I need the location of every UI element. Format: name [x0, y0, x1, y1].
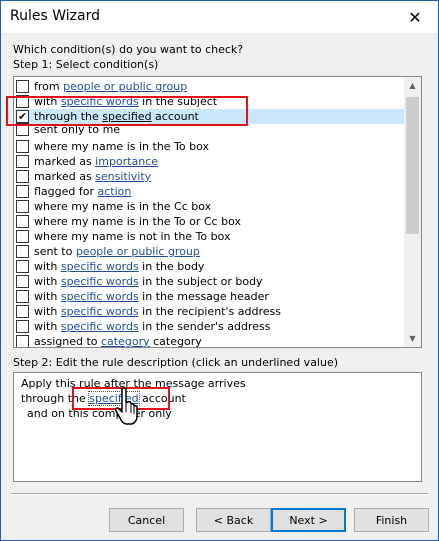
- scroll-up-icon[interactable]: ▲: [404, 77, 421, 94]
- condition-checkbox[interactable]: [16, 155, 29, 168]
- hand-pointer-icon: [115, 387, 138, 425]
- highlight-box-condition: [6, 96, 248, 126]
- condition-row[interactable]: where my name is in the To box: [15, 139, 405, 154]
- condition-text: with: [34, 290, 61, 303]
- condition-link[interactable]: specific words: [61, 290, 139, 303]
- condition-link[interactable]: specific words: [61, 275, 139, 288]
- question-label: Which condition(s) do you want to check?: [13, 43, 244, 56]
- condition-row[interactable]: with specific words in the subject or bo…: [15, 274, 405, 289]
- condition-text-suffix: in the sender's address: [138, 320, 271, 333]
- condition-row[interactable]: flagged for action: [15, 184, 405, 199]
- condition-row[interactable]: from people or public group: [15, 79, 405, 94]
- close-button[interactable]: ✕: [392, 1, 438, 33]
- condition-row[interactable]: sent to people or public group: [15, 244, 405, 259]
- condition-link[interactable]: category: [101, 335, 150, 347]
- condition-text-suffix: in the recipient's address: [138, 305, 281, 318]
- separator: [11, 493, 428, 495]
- vertical-scrollbar[interactable]: ▲ ▼: [404, 77, 421, 347]
- condition-row[interactable]: marked as importance: [15, 154, 405, 169]
- condition-text: where my name is in the Cc box: [34, 200, 212, 213]
- condition-row[interactable]: where my name is in the Cc box: [15, 199, 405, 214]
- condition-text: marked as: [34, 155, 96, 168]
- condition-text: with: [34, 320, 61, 333]
- condition-text: where my name is in the To or Cc box: [34, 215, 241, 228]
- condition-text: with: [34, 275, 61, 288]
- condition-checkbox[interactable]: [16, 335, 29, 347]
- condition-text-suffix: in the subject or body: [138, 275, 263, 288]
- title-bar: Rules Wizard ✕: [1, 1, 438, 33]
- condition-link[interactable]: specific words: [61, 305, 139, 318]
- condition-row[interactable]: with specific words in the body: [15, 259, 405, 274]
- condition-row[interactable]: assigned to category category: [15, 334, 405, 348]
- condition-text-suffix: category: [149, 335, 202, 348]
- condition-checkbox[interactable]: [16, 275, 29, 288]
- condition-row[interactable]: with specific words in the recipient's a…: [15, 304, 405, 319]
- condition-checkbox[interactable]: [16, 215, 29, 228]
- step2-label: Step 2: Edit the rule description (click…: [13, 356, 339, 369]
- condition-link[interactable]: people or public group: [76, 245, 200, 258]
- condition-row[interactable]: with specific words in the message heade…: [15, 289, 405, 304]
- condition-text: with: [34, 305, 61, 318]
- window-title: Rules Wizard: [10, 8, 100, 24]
- condition-link[interactable]: specific words: [61, 260, 139, 273]
- condition-row[interactable]: where my name is in the To or Cc box: [15, 214, 405, 229]
- condition-text: from: [34, 80, 64, 93]
- finish-button[interactable]: Finish: [354, 508, 429, 532]
- condition-checkbox[interactable]: [16, 140, 29, 153]
- scroll-thumb[interactable]: [406, 97, 419, 234]
- condition-text: flagged for: [34, 185, 98, 198]
- condition-link[interactable]: action: [98, 185, 132, 198]
- condition-link[interactable]: importance: [95, 155, 158, 168]
- condition-checkbox[interactable]: [16, 185, 29, 198]
- next-button[interactable]: Next >: [271, 508, 346, 532]
- cancel-button[interactable]: Cancel: [109, 508, 184, 532]
- condition-checkbox[interactable]: [16, 170, 29, 183]
- condition-text-suffix: in the message header: [138, 290, 269, 303]
- condition-checkbox[interactable]: [16, 320, 29, 333]
- condition-text: with: [34, 260, 61, 273]
- condition-checkbox[interactable]: [16, 200, 29, 213]
- condition-checkbox[interactable]: [16, 230, 29, 243]
- condition-checkbox[interactable]: [16, 260, 29, 273]
- scroll-down-icon[interactable]: ▼: [404, 330, 421, 347]
- close-icon: ✕: [408, 7, 422, 27]
- rules-wizard-dialog: Rules Wizard ✕ Which condition(s) do you…: [0, 0, 439, 541]
- condition-link[interactable]: sensitivity: [95, 170, 151, 183]
- condition-row[interactable]: marked as sensitivity: [15, 169, 405, 184]
- condition-checkbox[interactable]: [16, 80, 29, 93]
- condition-checkbox[interactable]: [16, 245, 29, 258]
- condition-link[interactable]: specific words: [61, 320, 139, 333]
- condition-checkbox[interactable]: [16, 290, 29, 303]
- condition-text: where my name is not in the To box: [34, 230, 231, 243]
- condition-row[interactable]: with specific words in the sender's addr…: [15, 319, 405, 334]
- condition-row[interactable]: where my name is not in the To box: [15, 229, 405, 244]
- condition-link[interactable]: people or public group: [63, 80, 187, 93]
- step1-label: Step 1: Select condition(s): [13, 58, 159, 71]
- condition-text: sent to: [34, 245, 76, 258]
- condition-text: where my name is in the To box: [34, 140, 210, 153]
- condition-checkbox[interactable]: [16, 305, 29, 318]
- back-button[interactable]: < Back: [196, 508, 271, 532]
- condition-text: marked as: [34, 170, 96, 183]
- condition-text-suffix: in the body: [138, 260, 205, 273]
- condition-text: assigned to: [34, 335, 101, 348]
